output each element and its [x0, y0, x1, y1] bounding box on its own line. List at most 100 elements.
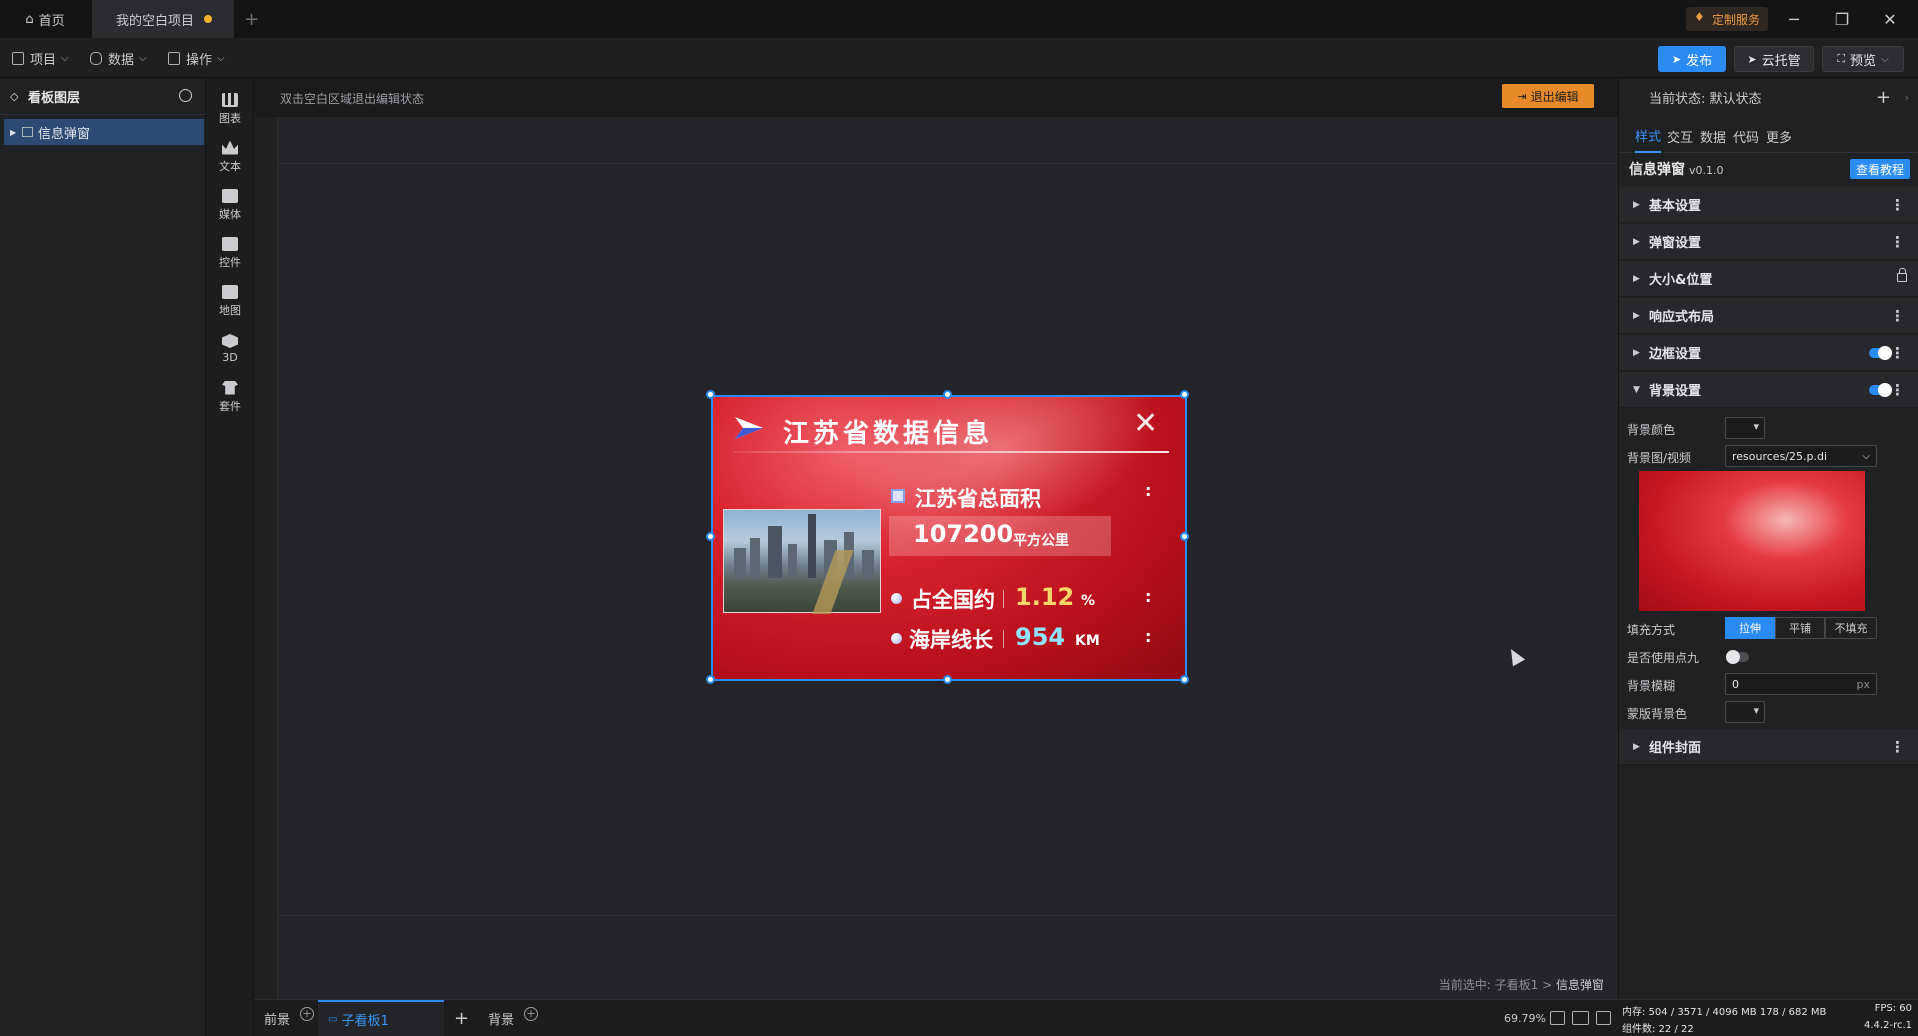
bg-color-picker[interactable]	[1725, 417, 1765, 439]
city-photo	[723, 509, 881, 614]
tab-foreground-label: 前景	[264, 1013, 291, 1028]
selection-prefix: 当前选中: 子看板1 >	[1438, 978, 1556, 992]
tab-code[interactable]: 代码	[1733, 119, 1759, 153]
zoom-level[interactable]: 69.79%	[1504, 1000, 1546, 1036]
close-window-button[interactable]: ✕	[1866, 0, 1914, 38]
strip-item-suit[interactable]: 套件	[206, 375, 254, 419]
fps-status: FPS: 60	[1874, 1003, 1912, 1014]
layer-item[interactable]: ▶ 信息弹窗	[4, 119, 204, 145]
section-popup[interactable]: ▶ 弹窗设置 ⋮	[1619, 224, 1918, 260]
resize-handle[interactable]	[943, 675, 952, 684]
menu-operate[interactable]: 操作 ⌵	[168, 46, 225, 70]
resize-handle[interactable]	[706, 390, 715, 399]
mask-color-picker[interactable]	[1725, 701, 1765, 723]
more-icon[interactable]: ⋮	[1890, 344, 1905, 362]
tab-interaction[interactable]: 交互	[1667, 119, 1693, 153]
vertical-ruler[interactable]	[254, 117, 278, 999]
caret-right-icon: ▶	[1633, 199, 1640, 210]
more-icon[interactable]: ⋮	[1890, 381, 1905, 399]
add-board-button[interactable]: +	[454, 1000, 469, 1036]
fullscreen-icon: ⛶	[1837, 52, 1846, 65]
edit-hint: 双击空白区域退出编辑状态	[280, 91, 425, 106]
view-tutorial-button[interactable]: 查看教程	[1850, 159, 1910, 179]
fill-tile-option[interactable]: 平铺	[1775, 617, 1825, 639]
custom-service-button[interactable]: ♦ 定制服务	[1686, 7, 1769, 31]
resize-handle[interactable]	[706, 532, 715, 541]
menu-data-label: 数据	[108, 52, 135, 68]
border-toggle[interactable]	[1869, 346, 1892, 360]
strip-item-control[interactable]: 控件	[206, 231, 254, 275]
tab-background[interactable]: 背景 +	[488, 1000, 539, 1036]
fill-none-option[interactable]: 不填充	[1825, 617, 1877, 639]
bg-image-select[interactable]: resources/25.p.di ⌵	[1725, 445, 1877, 467]
chevron-right-icon[interactable]: ›	[1905, 91, 1909, 104]
resize-handle[interactable]	[943, 390, 952, 399]
tab-sub-board-label: 子看板1	[341, 1014, 389, 1029]
tab-foreground[interactable]: 前景 +	[264, 1000, 315, 1036]
strip-item-map[interactable]: 地图	[206, 279, 254, 323]
fill-mode-label: 填充方式	[1627, 623, 1676, 637]
tab-data[interactable]: 数据	[1700, 119, 1726, 153]
exit-edit-button[interactable]: ⇥ 退出编辑	[1502, 84, 1594, 108]
ninepatch-toggle[interactable]	[1726, 650, 1749, 664]
publish-button[interactable]: ➤ 发布	[1658, 46, 1726, 72]
current-state[interactable]: 当前状态: 默认状态	[1649, 88, 1762, 107]
bg-blur-input[interactable]: 0 px	[1725, 673, 1877, 695]
add-icon[interactable]: +	[524, 1006, 539, 1021]
search-icon[interactable]	[179, 89, 192, 102]
section-border[interactable]: ▶ 边框设置 ⋮	[1619, 335, 1918, 371]
selection-path: 当前选中: 子看板1 > 信息弹窗	[1439, 976, 1604, 993]
title-underline	[733, 451, 1169, 453]
strip-item-text[interactable]: 文本	[206, 135, 254, 179]
strip-item-chart[interactable]: 图表	[206, 87, 254, 131]
more-icon[interactable]: ⋮	[1890, 307, 1905, 325]
tab-home[interactable]: ⌂ 首页	[0, 0, 90, 38]
caret-right-icon: ▶	[1633, 347, 1640, 358]
restore-button[interactable]: ❐	[1818, 0, 1866, 38]
more-icon[interactable]: ⋮	[1890, 233, 1905, 251]
terminal-icon[interactable]	[1596, 1011, 1611, 1025]
section-responsive[interactable]: ▶ 响应式布局 ⋮	[1619, 298, 1918, 334]
bg-image-preview[interactable]	[1639, 471, 1865, 611]
fit-screen-icon[interactable]	[1550, 1011, 1565, 1025]
mask-color-label: 蒙版背景色	[1627, 707, 1688, 721]
strip-item-3d[interactable]: 3D	[206, 327, 254, 371]
section-label: 边框设置	[1649, 347, 1702, 362]
menu-data[interactable]: 数据 ⌵	[90, 46, 147, 70]
river	[812, 550, 854, 614]
section-size-position[interactable]: ▶ 大小&位置	[1619, 261, 1918, 297]
resize-handle[interactable]	[1180, 532, 1189, 541]
new-tab-button[interactable]: +	[244, 0, 264, 38]
tab-more[interactable]: 更多	[1766, 119, 1792, 153]
section-background[interactable]: ▼ 背景设置 ⋮	[1619, 372, 1918, 408]
close-icon[interactable]: ✕	[1133, 409, 1158, 439]
minimize-button[interactable]: ─	[1770, 0, 1818, 38]
add-icon[interactable]: +	[300, 1006, 315, 1021]
resize-handle[interactable]	[706, 675, 715, 684]
resize-handle[interactable]	[1180, 675, 1189, 684]
preview-button[interactable]: ⛶ 预览 ⌵	[1822, 46, 1904, 72]
tab-sub-board[interactable]: ▭ 子看板1	[318, 1000, 444, 1036]
background-toggle[interactable]	[1869, 383, 1892, 397]
add-state-icon[interactable]: +	[1876, 87, 1891, 108]
strip-item-media[interactable]: 媒体	[206, 183, 254, 227]
menu-project[interactable]: 项目 ⌵	[12, 46, 69, 70]
keyboard-icon[interactable]	[1572, 1011, 1589, 1025]
status-bar: 内存: 504 / 3571 / 4096 MB 178 / 682 MB FP…	[1618, 999, 1918, 1036]
menu-operate-label: 操作	[186, 52, 213, 68]
caret-right-icon: ▶	[1633, 273, 1640, 284]
resize-handle[interactable]	[1180, 390, 1189, 399]
home-icon: ⌂	[25, 11, 34, 27]
caret-down-icon: ▼	[1633, 384, 1640, 395]
lock-icon[interactable]	[1897, 268, 1907, 282]
section-cover[interactable]: ▶ 组件封面 ⋮	[1619, 729, 1918, 765]
more-icon[interactable]: ⋮	[1890, 196, 1905, 214]
fill-stretch-option[interactable]: 拉伸	[1725, 617, 1775, 639]
info-popup-widget[interactable]: 江苏省数据信息 ✕ 江苏省总面积 : 107200 平方公里 占全国约 1.12…	[711, 395, 1187, 681]
cloud-host-button[interactable]: ➤ 云托管	[1734, 46, 1814, 72]
tab-style[interactable]: 样式	[1635, 119, 1662, 153]
tab-project[interactable]: 我的空白项目	[92, 0, 234, 38]
section-basic[interactable]: ▶ 基本设置 ⋮	[1619, 187, 1918, 223]
area-unit: 平方公里	[1013, 533, 1069, 549]
more-icon[interactable]: ⋮	[1890, 738, 1905, 756]
